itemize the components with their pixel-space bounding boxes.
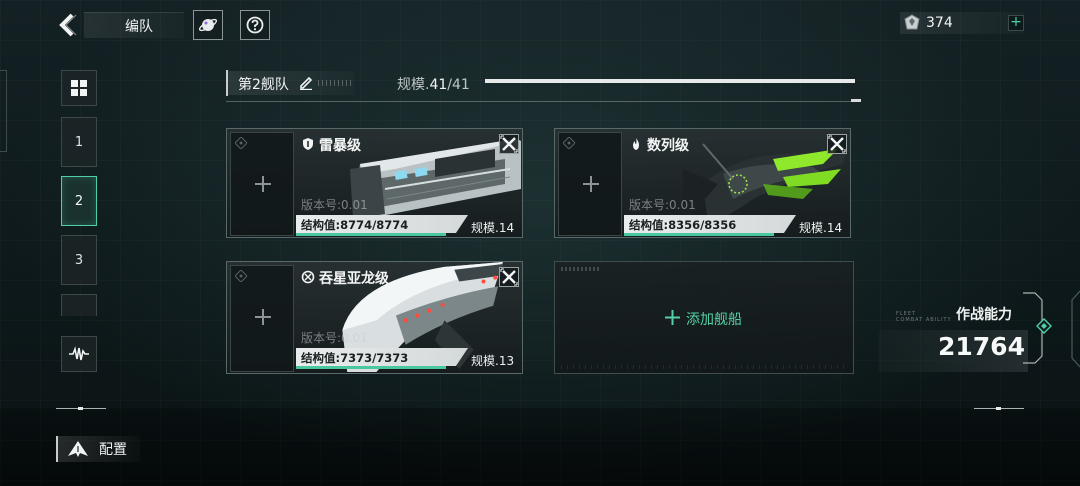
back-button[interactable]: [56, 12, 80, 38]
fleet-scale-label: 规模.: [397, 77, 430, 93]
ship-class-name: 数列级: [647, 138, 689, 154]
ship-hp-bar: [296, 233, 446, 236]
ship-version: 版本号:0.01: [629, 198, 696, 212]
sidebar-grid-button[interactable]: [61, 70, 97, 106]
sidebar-item-fleet-1[interactable]: 1: [61, 117, 97, 167]
combat-caption: FLEET COMBAT ABILITY: [896, 311, 952, 323]
divider-left: [56, 407, 106, 410]
combat-caption-line2: COMBAT ABILITY: [896, 317, 952, 323]
target-icon: [301, 270, 315, 284]
ship-scale: 规模.13: [471, 354, 515, 368]
sidebar-item-label: 2: [74, 193, 84, 209]
plus-icon: [255, 309, 271, 325]
remove-ship-button[interactable]: [827, 134, 847, 154]
ship-card-2[interactable]: 数列级 版本号:0.01 结构值:8356/8356 规模.14: [554, 128, 851, 238]
right-edge-bracket: [1071, 290, 1080, 368]
plus-icon: [255, 176, 271, 192]
ship-config-icon: [68, 441, 88, 457]
fleet-scale-max: /41: [447, 77, 470, 93]
ship-card-1[interactable]: 雷暴级 版本号:0.01 结构值:8774/8774 规模.14: [226, 128, 523, 238]
currency-value: 374: [926, 15, 953, 31]
close-icon: [828, 135, 846, 153]
page-title: 编队: [125, 19, 153, 35]
plus-icon: [583, 176, 599, 192]
fleet-scale-bar: [485, 79, 855, 83]
edit-icon[interactable]: [298, 74, 314, 90]
planet-button[interactable]: [193, 10, 223, 40]
add-ship-label: 添加舰船: [686, 312, 742, 328]
fleet-scale-fill: [485, 79, 855, 83]
ship-hp: 结构值:8774/8774: [301, 218, 409, 232]
divider-right: [974, 407, 1024, 410]
module-slot[interactable]: [230, 132, 294, 236]
back-arrow-icon: [59, 13, 77, 37]
bottom-shade: [0, 408, 1080, 486]
grid-icon: [71, 80, 87, 96]
combat-power-label: 作战能力: [956, 307, 1012, 323]
shield-icon: [303, 138, 313, 150]
sidebar-item-more[interactable]: [61, 294, 97, 316]
header-divider-cap: [851, 99, 861, 102]
module-slot[interactable]: [230, 265, 294, 372]
help-button[interactable]: [240, 10, 270, 40]
ship-hp-bar: [296, 366, 446, 369]
fleet-header-dash: [318, 80, 354, 86]
sidebar-item-fleet-2[interactable]: 2: [61, 176, 97, 226]
currency-add-button[interactable]: +: [1008, 15, 1024, 31]
diamond-emblem-icon: [235, 270, 247, 282]
sidebar-item-fleet-3[interactable]: 3: [61, 235, 97, 285]
left-edge-bracket: [0, 70, 7, 152]
header-divider: [226, 101, 861, 102]
fleet-scale: 规模.41/41: [397, 74, 470, 94]
flame-icon: [633, 138, 639, 150]
diamond-node-icon: [1036, 318, 1052, 334]
module-slot[interactable]: [558, 132, 622, 236]
sidebar-item-label: 3: [74, 252, 84, 268]
ship-scale: 规模.14: [799, 221, 843, 235]
diamond-emblem-icon: [235, 137, 247, 149]
combat-power-value: 21764: [938, 332, 1025, 361]
ship-version: 版本号:0.01: [301, 198, 368, 212]
ship-hp-bar: [624, 233, 774, 236]
help-icon: [246, 16, 264, 34]
plus-icon: [665, 310, 680, 325]
ship-hp: 结构值:8356/8356: [629, 218, 737, 232]
ship-card-3[interactable]: 吞星亚龙级 版本号:0.01 结构值:7373/7373 规模.13: [226, 261, 523, 374]
sidebar-item-label: 1: [74, 134, 84, 150]
fleet-scale-current: 41: [429, 77, 448, 93]
ship-hp: 结构值:7373/7373: [301, 351, 409, 365]
waveform-icon: [69, 346, 89, 361]
ship-class-name: 吞星亚龙级: [319, 271, 389, 287]
ship-version: 版本号:0.01: [301, 331, 368, 345]
close-icon: [500, 268, 518, 286]
close-icon: [500, 135, 518, 153]
planet-icon: [198, 18, 218, 32]
card-deco-top: [561, 267, 601, 271]
crystal-icon: [904, 14, 920, 30]
config-label: 配置: [99, 442, 127, 458]
diamond-emblem-icon: [563, 137, 575, 149]
add-ship-button[interactable]: 添加舰船: [554, 261, 854, 374]
card-deco-bottom: [561, 365, 849, 369]
fleet-name: 第2舰队: [238, 77, 289, 93]
ship-scale: 规模.14: [471, 221, 515, 235]
remove-ship-button[interactable]: [499, 134, 519, 154]
sidebar-wave-button[interactable]: [61, 336, 97, 372]
ship-class-name: 雷暴级: [319, 138, 361, 154]
remove-ship-button[interactable]: [499, 267, 519, 287]
